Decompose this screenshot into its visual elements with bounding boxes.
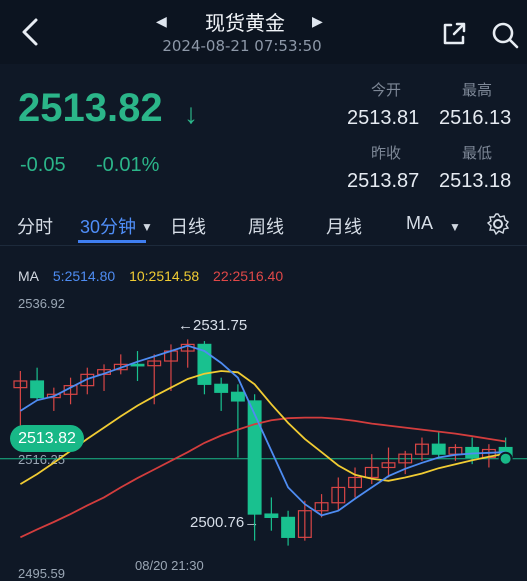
candle-body [130, 363, 145, 367]
ma10-line [19, 370, 506, 485]
candle-body [431, 443, 446, 455]
candlestick-chart[interactable] [0, 0, 527, 581]
candle-body [281, 516, 296, 538]
candle-body [214, 383, 229, 393]
candle-body [230, 391, 245, 402]
last-price-dot [498, 451, 513, 466]
candle-body [30, 380, 45, 399]
current-price-tag: 2513.82 [10, 425, 84, 452]
candle-body [247, 400, 262, 515]
candle-body [264, 513, 279, 518]
